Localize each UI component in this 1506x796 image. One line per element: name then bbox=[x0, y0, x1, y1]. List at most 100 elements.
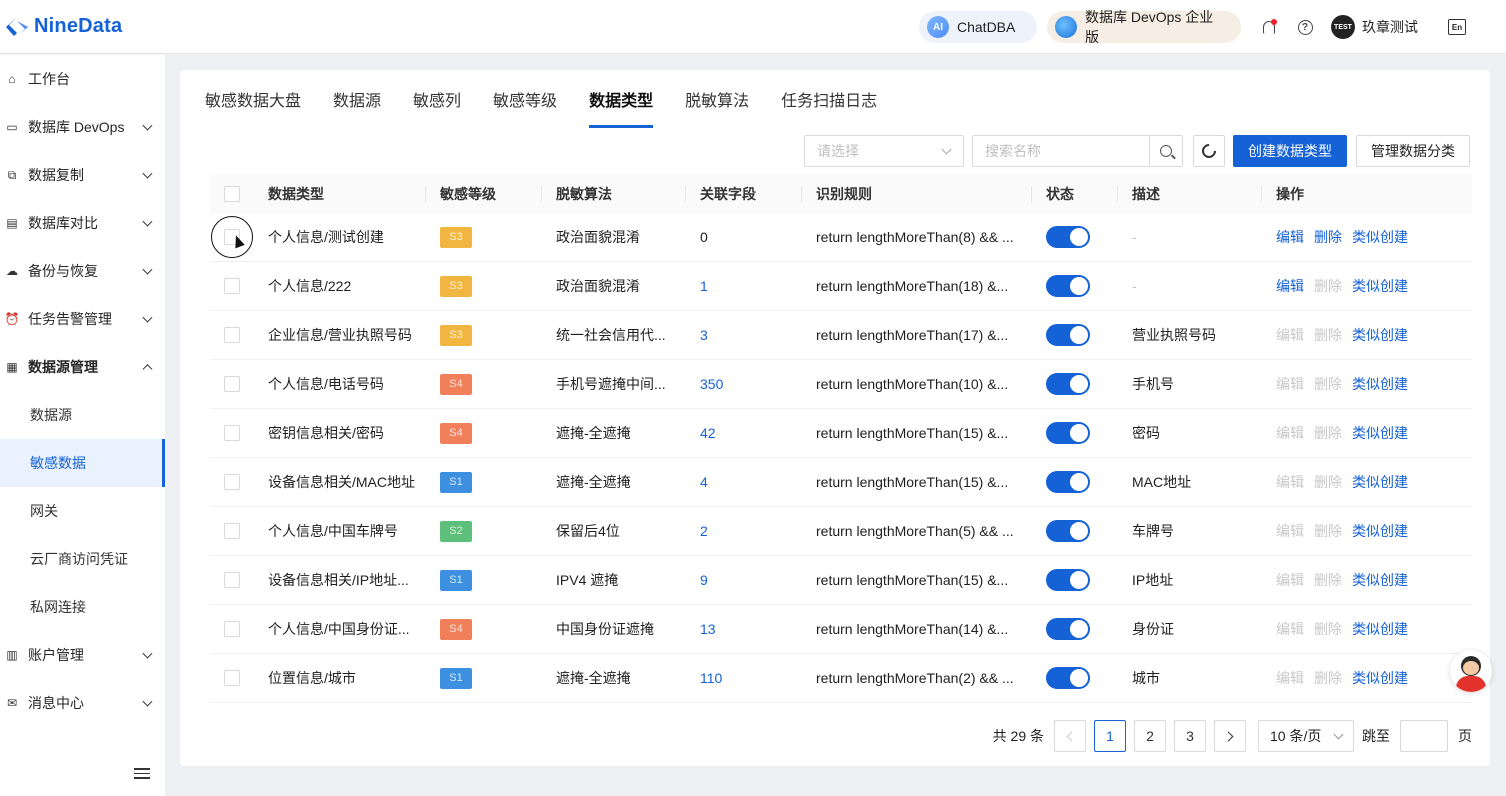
delete-button[interactable]: 删除 bbox=[1314, 325, 1342, 345]
delete-button[interactable]: 删除 bbox=[1314, 619, 1342, 639]
status-toggle[interactable] bbox=[1046, 569, 1090, 591]
cell-fields[interactable]: 3 bbox=[700, 311, 816, 360]
cell-fields[interactable]: 9 bbox=[700, 556, 816, 605]
edit-button[interactable]: 编辑 bbox=[1276, 374, 1304, 394]
chatdba-button[interactable]: AI ChatDBA bbox=[919, 11, 1037, 43]
cell-fields[interactable]: 42 bbox=[700, 409, 816, 458]
refresh-button[interactable] bbox=[1193, 135, 1225, 167]
delete-button[interactable]: 删除 bbox=[1314, 423, 1342, 443]
cell-fields[interactable]: 13 bbox=[700, 605, 816, 654]
notification-bell-icon[interactable] bbox=[1261, 18, 1277, 35]
edit-button[interactable]: 编辑 bbox=[1276, 423, 1304, 443]
cell-fields[interactable]: 350 bbox=[700, 360, 816, 409]
edition-switch-button[interactable]: 数据库 DevOps 企业版 bbox=[1047, 9, 1241, 45]
cell-fields[interactable]: 2 bbox=[700, 507, 816, 556]
status-toggle[interactable] bbox=[1046, 520, 1090, 542]
page-button-1[interactable]: 1 bbox=[1094, 720, 1126, 752]
sidebar-subitem-gateway[interactable]: 网关 bbox=[0, 487, 165, 535]
sidebar-subitem-sensitive-data[interactable]: 敏感数据 bbox=[0, 439, 165, 487]
row-checkbox[interactable] bbox=[224, 474, 240, 490]
row-checkbox[interactable] bbox=[224, 376, 240, 392]
manage-categories-button[interactable]: 管理数据分类 bbox=[1356, 135, 1470, 167]
sidebar-item-devops[interactable]: ▭ 数据库 DevOps bbox=[0, 103, 165, 151]
delete-button[interactable]: 删除 bbox=[1314, 668, 1342, 688]
clone-button[interactable]: 类似创建 bbox=[1352, 472, 1408, 492]
sidebar-item-backup[interactable]: ☁ 备份与恢复 bbox=[0, 247, 165, 295]
edit-button[interactable]: 编辑 bbox=[1276, 668, 1304, 688]
page-button-3[interactable]: 3 bbox=[1174, 720, 1206, 752]
tab-data-types[interactable]: 数据类型 bbox=[589, 70, 654, 128]
edit-button[interactable]: 编辑 bbox=[1276, 472, 1304, 492]
sidebar-subitem-datasource[interactable]: 数据源 bbox=[0, 391, 165, 439]
search-input[interactable]: 搜索名称 bbox=[973, 136, 1150, 166]
prev-page-button[interactable] bbox=[1054, 720, 1086, 752]
create-data-type-button[interactable]: 创建数据类型 bbox=[1233, 135, 1347, 167]
clone-button[interactable]: 类似创建 bbox=[1352, 276, 1408, 296]
tab-sensitive-columns[interactable]: 敏感列 bbox=[413, 70, 461, 128]
status-toggle[interactable] bbox=[1046, 324, 1090, 346]
edit-button[interactable]: 编辑 bbox=[1276, 521, 1304, 541]
language-switch-icon[interactable]: En bbox=[1448, 19, 1466, 35]
clone-button[interactable]: 类似创建 bbox=[1352, 423, 1408, 443]
app-logo[interactable]: NineData bbox=[0, 0, 122, 54]
sidebar-item-datasource-mgmt[interactable]: ▦ 数据源管理 bbox=[0, 343, 165, 391]
tab-datasource[interactable]: 数据源 bbox=[333, 70, 381, 128]
sidebar-subitem-cloud-credentials[interactable]: 云厂商访问凭证 bbox=[0, 535, 165, 583]
clone-button[interactable]: 类似创建 bbox=[1352, 325, 1408, 345]
status-toggle[interactable] bbox=[1046, 471, 1090, 493]
category-select[interactable]: 请选择 bbox=[804, 135, 964, 167]
clone-button[interactable]: 类似创建 bbox=[1352, 668, 1408, 688]
cell-fields[interactable]: 4 bbox=[700, 458, 816, 507]
edit-button[interactable]: 编辑 bbox=[1276, 227, 1304, 247]
cell-fields[interactable]: 110 bbox=[700, 654, 816, 703]
tab-masking-algorithms[interactable]: 脱敏算法 bbox=[685, 70, 749, 128]
page-button-2[interactable]: 2 bbox=[1134, 720, 1166, 752]
delete-button[interactable]: 删除 bbox=[1314, 227, 1342, 247]
clone-button[interactable]: 类似创建 bbox=[1352, 521, 1408, 541]
collapse-sidebar-icon[interactable] bbox=[134, 768, 150, 780]
sidebar-subitem-private-link[interactable]: 私网连接 bbox=[0, 583, 165, 631]
customer-support-icon[interactable] bbox=[1450, 650, 1492, 692]
tab-sensitive-levels[interactable]: 敏感等级 bbox=[493, 70, 557, 128]
row-checkbox[interactable] bbox=[224, 278, 240, 294]
delete-button[interactable]: 删除 bbox=[1314, 276, 1342, 296]
status-toggle[interactable] bbox=[1046, 618, 1090, 640]
edit-button[interactable]: 编辑 bbox=[1276, 276, 1304, 296]
sidebar-item-workbench[interactable]: ⌂ 工作台 bbox=[0, 55, 165, 103]
edit-button[interactable]: 编辑 bbox=[1276, 570, 1304, 590]
edit-button[interactable]: 编辑 bbox=[1276, 619, 1304, 639]
sidebar-item-replication[interactable]: ⧉ 数据复制 bbox=[0, 151, 165, 199]
tab-scan-logs[interactable]: 任务扫描日志 bbox=[781, 70, 877, 128]
sidebar-item-compare[interactable]: ▤ 数据库对比 bbox=[0, 199, 165, 247]
status-toggle[interactable] bbox=[1046, 275, 1090, 297]
delete-button[interactable]: 删除 bbox=[1314, 570, 1342, 590]
search-button[interactable] bbox=[1150, 136, 1182, 166]
row-checkbox[interactable] bbox=[224, 670, 240, 686]
row-checkbox[interactable] bbox=[224, 327, 240, 343]
username[interactable]: 玖章测试 bbox=[1362, 17, 1418, 37]
edit-button[interactable]: 编辑 bbox=[1276, 325, 1304, 345]
avatar[interactable]: TEST bbox=[1331, 15, 1355, 39]
cell-fields[interactable]: 1 bbox=[700, 262, 816, 311]
next-page-button[interactable] bbox=[1214, 720, 1246, 752]
help-icon[interactable]: ? bbox=[1297, 19, 1313, 35]
select-all-checkbox[interactable] bbox=[224, 186, 240, 202]
row-checkbox[interactable] bbox=[224, 621, 240, 637]
status-toggle[interactable] bbox=[1046, 422, 1090, 444]
clone-button[interactable]: 类似创建 bbox=[1352, 570, 1408, 590]
status-toggle[interactable] bbox=[1046, 226, 1090, 248]
tab-dashboard[interactable]: 敏感数据大盘 bbox=[205, 70, 301, 128]
delete-button[interactable]: 删除 bbox=[1314, 472, 1342, 492]
clone-button[interactable]: 类似创建 bbox=[1352, 227, 1408, 247]
page-size-select[interactable]: 10 条/页 bbox=[1258, 720, 1354, 752]
delete-button[interactable]: 删除 bbox=[1314, 374, 1342, 394]
row-checkbox[interactable] bbox=[224, 572, 240, 588]
sidebar-item-account[interactable]: ▥ 账户管理 bbox=[0, 631, 165, 679]
delete-button[interactable]: 删除 bbox=[1314, 521, 1342, 541]
clone-button[interactable]: 类似创建 bbox=[1352, 374, 1408, 394]
row-checkbox[interactable] bbox=[224, 523, 240, 539]
jump-page-input[interactable] bbox=[1400, 720, 1448, 752]
sidebar-item-messages[interactable]: ✉ 消息中心 bbox=[0, 679, 165, 727]
status-toggle[interactable] bbox=[1046, 667, 1090, 689]
sidebar-item-alarm[interactable]: ⏰ 任务告警管理 bbox=[0, 295, 165, 343]
